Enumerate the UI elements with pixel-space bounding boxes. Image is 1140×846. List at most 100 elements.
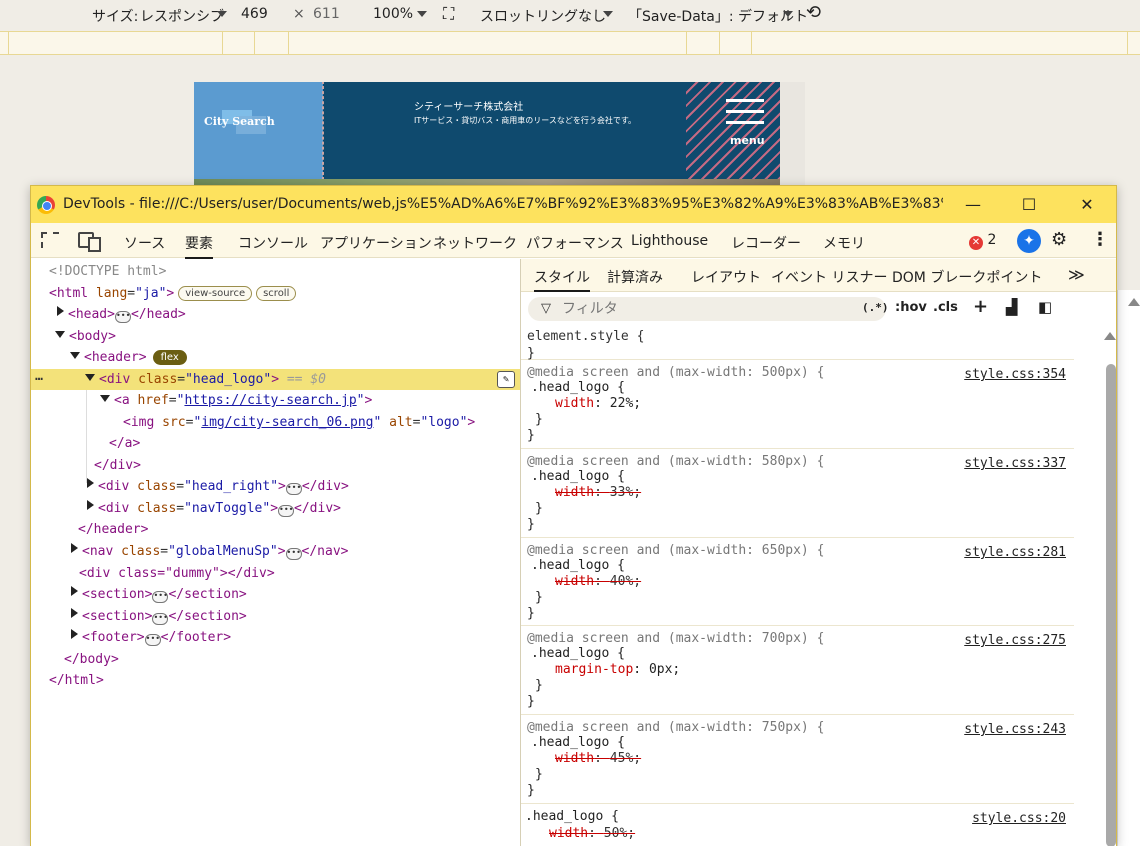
dom-node-div-close[interactable]: </div>: [31, 455, 520, 476]
scroll-up-icon[interactable]: [1128, 298, 1140, 306]
rule-declaration-overridden[interactable]: width: 33%;: [555, 485, 641, 500]
rule-declaration-overridden[interactable]: width: 40%;: [555, 574, 641, 589]
expand-arrow-icon[interactable]: [87, 478, 94, 488]
dom-node-body-close[interactable]: </body>: [31, 649, 520, 670]
ellipsis-badge[interactable]: •••: [144, 634, 161, 646]
source-link[interactable]: style.css:243: [964, 722, 1066, 737]
hamburger-icon[interactable]: [726, 99, 764, 132]
source-link[interactable]: style.css:20: [972, 811, 1066, 826]
property-value[interactable]: 22%;: [610, 396, 641, 411]
scroll-up-icon[interactable]: [1104, 332, 1116, 340]
rule-selector[interactable]: .head_logo {: [531, 646, 625, 661]
source-link[interactable]: style.css:275: [964, 633, 1066, 648]
expand-arrow-icon[interactable]: [71, 629, 78, 639]
style-rule[interactable]: @media screen and (max-width: 500px) { s…: [521, 360, 1074, 449]
nav-toggle[interactable]: menu: [686, 82, 780, 179]
dom-node-nav[interactable]: <nav class="globalMenuSp">•••</nav>: [31, 541, 520, 562]
dom-node-nav-toggle[interactable]: <div class="navToggle">•••</div>: [31, 498, 520, 519]
property-value[interactable]: 45%;: [610, 751, 641, 766]
chevron-down-icon[interactable]: [603, 11, 613, 17]
chevron-down-icon[interactable]: [417, 11, 427, 17]
filter-input[interactable]: [562, 299, 852, 319]
rule-declaration-overridden[interactable]: width: 50%;: [549, 826, 635, 841]
collapse-arrow-icon[interactable]: [100, 395, 110, 402]
scrollbar-thumb[interactable]: [1106, 364, 1116, 846]
more-options-icon[interactable]: ⋮: [1091, 229, 1109, 250]
rule-selector[interactable]: .head_logo {: [531, 735, 625, 750]
rule-declaration[interactable]: margin-top: 0px;: [555, 662, 680, 677]
style-rule[interactable]: @media screen and (max-width: 650px) { s…: [521, 538, 1074, 626]
expand-arrow-icon[interactable]: [71, 586, 78, 596]
tab-application[interactable]: アプリケーション: [320, 233, 432, 253]
ellipsis-badge[interactable]: •••: [285, 483, 302, 495]
collapse-arrow-icon[interactable]: [55, 331, 65, 338]
property-name[interactable]: margin-top: [555, 662, 633, 677]
page-viewport[interactable]: City Search シティーサーチ株式会社 ITサービス・貸切バス・商用車の…: [194, 82, 805, 192]
property-value[interactable]: 33%;: [610, 485, 641, 500]
source-link[interactable]: style.css:354: [964, 367, 1066, 382]
property-value[interactable]: 40%;: [610, 574, 641, 589]
rule-selector[interactable]: .head_logo {: [531, 380, 625, 395]
tab-styles[interactable]: スタイル: [534, 267, 590, 293]
paint-brush-icon[interactable]: ▟: [1006, 298, 1018, 316]
screenshot-icon[interactable]: ⛶: [443, 4, 454, 24]
property-name[interactable]: width: [555, 751, 594, 766]
ruler-segment[interactable]: [686, 32, 687, 54]
ruler-segment[interactable]: [751, 32, 752, 54]
zoom-select[interactable]: 100%: [373, 6, 413, 22]
gear-icon[interactable]: ⚙: [1051, 229, 1067, 250]
dom-node-img[interactable]: <img src="img/city-search_06.png" alt="l…: [31, 412, 520, 433]
head-logo[interactable]: City Search: [194, 82, 324, 180]
src-link[interactable]: img/city-search_06.png: [201, 415, 373, 430]
class-toggle[interactable]: .cls: [933, 300, 958, 315]
ai-assistance-icon[interactable]: ✦: [1017, 229, 1041, 253]
ellipsis-badge[interactable]: •••: [278, 505, 295, 517]
maximize-button[interactable]: ☐: [1016, 192, 1042, 218]
dom-node-footer[interactable]: <footer>•••</footer>: [31, 627, 520, 648]
more-dots-icon[interactable]: ⋯: [35, 369, 43, 390]
tab-layout[interactable]: レイアウト: [691, 267, 761, 287]
new-rule-icon[interactable]: +: [973, 296, 988, 317]
regex-toggle[interactable]: (.*): [862, 301, 889, 314]
property-name[interactable]: width: [555, 574, 594, 589]
logo-image[interactable]: City Search: [204, 110, 275, 134]
hover-state-toggle[interactable]: :hov: [895, 300, 927, 315]
dom-node-head[interactable]: <head>•••</head>: [31, 304, 520, 325]
style-rule[interactable]: @media screen and (max-width: 750px) { s…: [521, 715, 1074, 804]
expand-arrow-icon[interactable]: [87, 500, 94, 510]
dom-node-a-close[interactable]: </a>: [31, 433, 520, 454]
collapse-arrow-icon[interactable]: [85, 374, 95, 381]
ruler-segment[interactable]: [719, 32, 720, 54]
scroll-badge[interactable]: scroll: [256, 286, 297, 301]
rule-selector[interactable]: element.style {: [527, 329, 644, 344]
tab-performance[interactable]: パフォーマンス: [526, 233, 624, 253]
ellipsis-badge[interactable]: •••: [152, 591, 169, 603]
chevron-down-icon[interactable]: [783, 11, 793, 17]
tab-event-listeners[interactable]: イベント リスナー: [771, 267, 887, 287]
view-source-badge[interactable]: view-source: [178, 286, 253, 301]
expand-arrow-icon[interactable]: [71, 543, 78, 553]
dom-node-a[interactable]: <a href="https://city-search.jp">: [31, 390, 520, 411]
ellipsis-badge[interactable]: •••: [285, 548, 302, 560]
property-value[interactable]: 50%;: [604, 826, 635, 841]
throttling-select[interactable]: スロットリングなし: [480, 6, 606, 26]
rule-declaration[interactable]: width: 22%;: [555, 396, 641, 411]
ruler-segment[interactable]: [8, 32, 9, 54]
dom-node-html-close[interactable]: </html>: [31, 670, 520, 691]
tab-memory[interactable]: メモリ: [823, 233, 865, 253]
rule-selector[interactable]: .head_logo {: [525, 809, 619, 824]
styles-scrollbar[interactable]: [1074, 326, 1116, 846]
style-rule[interactable]: style.css:20 .head_logo { width: 50%;: [521, 804, 1074, 846]
tab-recorder[interactable]: レコーダー: [731, 233, 801, 253]
source-link[interactable]: style.css:281: [964, 545, 1066, 560]
style-rule[interactable]: @media screen and (max-width: 700px) { s…: [521, 626, 1074, 715]
ellipsis-badge[interactable]: •••: [114, 311, 131, 323]
ruler-segment[interactable]: [288, 32, 289, 54]
tab-dom-breakpoints[interactable]: DOM ブレークポイント: [892, 267, 1042, 287]
property-value[interactable]: 0px;: [649, 662, 680, 677]
expand-arrow-icon[interactable]: [57, 306, 64, 316]
save-data-select[interactable]: 「Save-Data」: デフォルト: [628, 6, 808, 26]
dom-node-section[interactable]: <section>•••</section>: [31, 606, 520, 627]
property-name[interactable]: width: [555, 396, 594, 411]
height-input[interactable]: 611: [313, 6, 340, 22]
